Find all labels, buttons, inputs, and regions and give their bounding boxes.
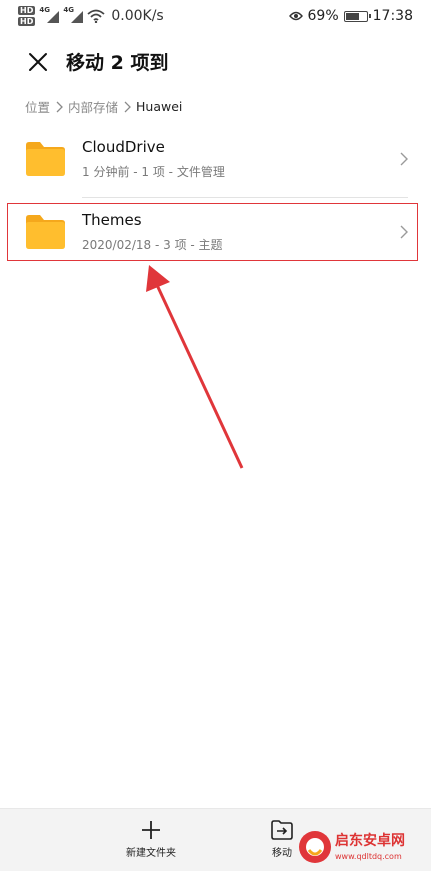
status-bar: HD HD 4G 4G 0.00K/s 69% 17:38 <box>0 0 431 32</box>
battery-icon <box>343 10 371 22</box>
watermark-name: 启东安卓网 <box>335 832 405 849</box>
close-icon[interactable] <box>24 48 52 76</box>
page-title: 移动 2 项到 <box>66 52 169 74</box>
battery-fill <box>345 12 359 20</box>
chevron-right-icon <box>400 152 408 166</box>
watermark-url: www.qdltdq.com <box>335 852 402 861</box>
plus-icon <box>142 821 160 839</box>
breadcrumb: 位置 内部存储 Huawei <box>25 97 182 116</box>
breadcrumb-item-location[interactable]: 位置 <box>25 97 50 116</box>
move-folder-icon <box>271 820 293 840</box>
watermark-logo: 启东安卓网 www.qdltdq.com <box>299 831 405 863</box>
breadcrumb-item-internal-storage[interactable]: 内部存储 <box>68 97 118 116</box>
signal-icon: 4G <box>63 6 84 23</box>
new-folder-button[interactable]: 新建文件夹 <box>126 819 176 859</box>
folder-icon <box>26 142 65 176</box>
hd-badge: HD <box>18 17 36 26</box>
list-item-folder[interactable]: CloudDrive 1 分钟前 - 1 项 - 文件管理 <box>0 125 431 195</box>
folder-name: CloudDrive <box>82 138 165 156</box>
hd-badge: HD <box>18 6 36 15</box>
wifi-icon <box>87 9 105 23</box>
header: 移动 2 项到 <box>0 40 431 80</box>
move-label: 移动 <box>272 848 292 859</box>
new-folder-label: 新建文件夹 <box>126 848 176 859</box>
chevron-right-icon <box>56 101 63 112</box>
breadcrumb-item-huawei: Huawei <box>136 99 183 114</box>
battery-percent: 69% <box>307 8 339 24</box>
clock: 17:38 <box>372 8 413 24</box>
folder-meta: 1 分钟前 - 1 项 - 文件管理 <box>82 165 225 179</box>
eye-comfort-icon <box>288 11 303 21</box>
move-button[interactable]: 移动 <box>270 819 294 859</box>
network-speed: 0.00K/s <box>111 8 164 24</box>
signal-icon: 4G <box>39 6 60 23</box>
chevron-right-icon <box>124 101 131 112</box>
hd-indicators: HD HD <box>18 6 36 26</box>
annotation-highlight-box <box>7 203 418 261</box>
